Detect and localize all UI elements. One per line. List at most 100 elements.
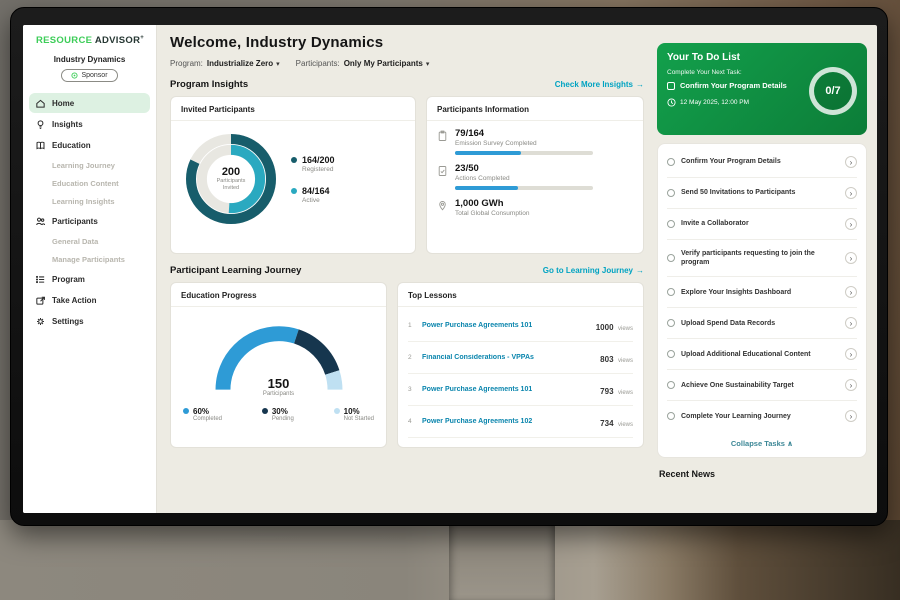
home-icon — [35, 98, 46, 109]
arrow-right-icon: → — [636, 80, 644, 89]
lesson-views: 793 views — [600, 381, 633, 399]
views-unit: views — [618, 358, 633, 364]
sidebar-item-label: Home — [52, 99, 74, 108]
filter-bar: Program: Industrialize Zero ▾ Participan… — [170, 59, 644, 68]
org-name: Industry Dynamics — [23, 55, 156, 64]
sidebar-item-participants[interactable]: Participants — [29, 211, 150, 231]
lesson-views: 600 views — [600, 445, 633, 449]
sponsor-badge: Sponsor — [61, 69, 117, 82]
collapse-tasks-link[interactable]: Collapse Tasks ∧ — [667, 431, 857, 455]
gear-icon — [35, 316, 46, 327]
sidebar-item-learning-journey[interactable]: Learning Journey — [23, 156, 156, 174]
program-filter-dropdown[interactable]: Industrialize Zero ▾ — [207, 59, 280, 68]
task-label: Invite a Collaborator — [681, 219, 749, 228]
sidebar-item-label: Program — [52, 275, 85, 284]
insights-cards-row: Invited Participants 200 — [170, 96, 644, 254]
sidebar-item-settings[interactable]: Settings — [29, 311, 150, 331]
task-complete-learning-journey[interactable]: Complete Your Learning Journey › — [667, 401, 857, 431]
sidebar-item-manage-participants[interactable]: Manage Participants — [23, 250, 156, 268]
task-label: Verify participants requesting to join t… — [681, 249, 821, 267]
todo-tasks-card: Confirm Your Program Details › Send 50 I… — [657, 143, 867, 458]
check-more-insights-link[interactable]: Check More Insights → — [555, 80, 644, 89]
chevron-right-icon[interactable]: › — [845, 379, 857, 391]
link-label: Check More Insights — [555, 80, 633, 89]
learning-journey-header: Participant Learning Journey Go to Learn… — [170, 265, 644, 276]
task-send-invitations[interactable]: Send 50 Invitations to Participants › — [667, 178, 857, 209]
participants-filter-value: Only My Participants — [344, 59, 423, 68]
chevron-right-icon[interactable]: › — [845, 348, 857, 360]
checkbox[interactable] — [667, 288, 675, 296]
checkbox[interactable] — [667, 412, 675, 420]
views-unit: views — [618, 326, 633, 332]
metric-label: Total Global Consumption — [455, 210, 529, 217]
task-achieve-sustainability-target[interactable]: Achieve One Sustainability Target › — [667, 370, 857, 401]
participants-filter-dropdown[interactable]: Only My Participants ▾ — [344, 59, 430, 68]
legend-label: Not Started — [344, 416, 374, 422]
sidebar-item-learning-insights[interactable]: Learning Insights — [23, 192, 156, 210]
page-title: Welcome, Industry Dynamics — [170, 34, 644, 51]
completed-dot-icon — [183, 408, 189, 414]
checkbox[interactable] — [667, 319, 675, 327]
checkbox[interactable] — [667, 381, 675, 389]
checkbox[interactable] — [667, 254, 675, 262]
chevron-right-icon[interactable]: › — [845, 317, 857, 329]
sidebar-item-program[interactable]: Program — [29, 269, 150, 289]
todo-progress-value: 0/7 — [825, 85, 840, 97]
link-label: Go to Learning Journey — [543, 266, 633, 275]
lesson-link[interactable]: Power Purchase Agreements 101 — [422, 322, 532, 329]
task-label: Send 50 Invitations to Participants — [681, 188, 795, 197]
sidebar-item-insights[interactable]: Insights — [29, 114, 150, 134]
active-dot-icon — [291, 188, 297, 194]
legend-label: Completed — [193, 416, 222, 422]
metric-label: Actions Completed — [455, 175, 593, 182]
lesson-link[interactable]: Power Purchase Agreements 101 — [422, 386, 532, 393]
lesson-views: 734 views — [600, 413, 633, 431]
task-label: Complete Your Learning Journey — [681, 412, 791, 421]
program-filter-value: Industrialize Zero — [207, 59, 273, 68]
donut-center-label: Participants Invited — [211, 178, 251, 192]
chevron-right-icon[interactable]: › — [845, 156, 857, 168]
views-count: 734 — [600, 419, 613, 428]
lesson-link[interactable]: Financial Considerations - VPPAs — [422, 354, 534, 361]
legend-item-pending: 30% Pending — [262, 407, 294, 422]
legend-item-completed: 60% Completed — [183, 407, 222, 422]
task-upload-educational-content[interactable]: Upload Additional Educational Content › — [667, 339, 857, 370]
sidebar-item-home[interactable]: Home — [29, 93, 150, 113]
task-confirm-program-details[interactable]: Confirm Your Program Details › — [667, 147, 857, 178]
list-item: 1 Power Purchase Agreements 101 1000 vie… — [408, 310, 633, 342]
sidebar-item-education[interactable]: Education — [29, 135, 150, 155]
sidebar-item-education-content[interactable]: Education Content — [23, 174, 156, 192]
todo-due-label: 12 May 2025, 12:00 PM — [680, 99, 749, 106]
sidebar-item-take-action[interactable]: Take Action — [29, 290, 150, 310]
program-filter: Program: Industrialize Zero ▾ — [170, 59, 280, 68]
top-lessons-card: Top Lessons 1 Power Purchase Agreements … — [397, 282, 644, 448]
task-verify-participants[interactable]: Verify participants requesting to join t… — [667, 240, 857, 277]
chevron-right-icon[interactable]: › — [845, 187, 857, 199]
go-to-learning-journey-link[interactable]: Go to Learning Journey → — [543, 266, 644, 275]
lesson-rank: 3 — [408, 386, 415, 393]
chevron-right-icon[interactable]: › — [845, 218, 857, 230]
task-explore-insights[interactable]: Explore Your Insights Dashboard › — [667, 277, 857, 308]
metric-value: 23/50 — [455, 163, 593, 174]
chevron-right-icon[interactable]: › — [845, 252, 857, 264]
legend-pct: 10% — [344, 407, 374, 416]
chevron-right-icon[interactable]: › — [845, 286, 857, 298]
registered-dot-icon — [291, 157, 297, 163]
lesson-link[interactable]: Power Purchase Agreements 102 — [422, 418, 532, 425]
task-invite-collaborator[interactable]: Invite a Collaborator › — [667, 209, 857, 240]
legend-pct: 30% — [272, 407, 294, 416]
checkbox[interactable] — [667, 158, 675, 166]
checkbox[interactable] — [667, 82, 675, 90]
pin-icon — [437, 199, 448, 211]
screen: RESOURCE ADVISOR+ Industry Dynamics Spon… — [23, 25, 877, 513]
legend-item-active: 84/164 Active — [291, 186, 335, 204]
task-label: Explore Your Insights Dashboard — [681, 288, 791, 297]
chevron-right-icon[interactable]: › — [845, 410, 857, 422]
sidebar-item-general-data[interactable]: General Data — [23, 232, 156, 250]
card-title: Invited Participants — [171, 97, 415, 121]
checkbox[interactable] — [667, 350, 675, 358]
task-upload-spend-data[interactable]: Upload Spend Data Records › — [667, 308, 857, 339]
checkbox[interactable] — [667, 189, 675, 197]
checkbox[interactable] — [667, 220, 675, 228]
progress-bar — [455, 151, 593, 155]
